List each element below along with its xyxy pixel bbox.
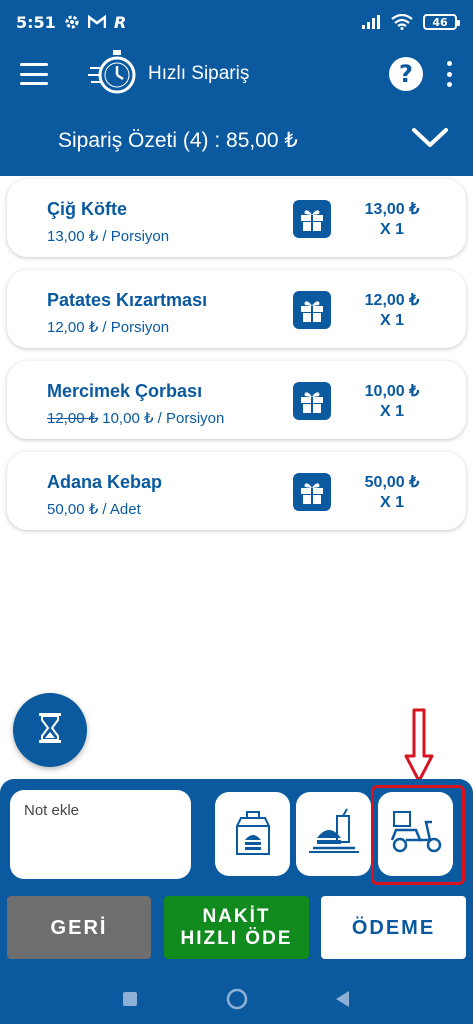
gift-icon[interactable] — [293, 200, 331, 238]
item-unit-price: 12,00 ₺ 10,00 ₺ / Porsiyon — [47, 409, 224, 427]
list-item[interactable]: Patates Kızartması 12,00 ₺ / Porsiyon 12… — [7, 270, 466, 348]
takeaway-bag-icon — [233, 808, 273, 860]
hourglass-button[interactable] — [13, 693, 87, 767]
item-total: 13,00 ₺ X 1 — [352, 200, 432, 240]
system-nav-bar — [0, 974, 473, 1024]
list-item[interactable]: Çiğ Köfte 13,00 ₺ / Porsiyon 13,00 ₺ X 1 — [7, 179, 466, 257]
chevron-down-icon[interactable] — [411, 126, 449, 154]
note-input[interactable]: Not ekle — [10, 790, 191, 879]
item-unit-price: 12,00 ₺ / Porsiyon — [47, 318, 169, 336]
item-quantity: X 1 — [379, 221, 404, 238]
signal-icon — [361, 14, 381, 30]
order-summary-bar[interactable]: Sipariş Özeti (4) : 85,00 ₺ — [0, 104, 473, 176]
item-quantity: X 1 — [379, 312, 404, 329]
item-name: Patates Kızartması — [47, 290, 208, 310]
item-total-amount: 10,00 ₺ — [364, 383, 420, 400]
item-price-text: 13,00 ₺ / Porsiyon — [47, 228, 170, 245]
payment-label: ÖDEME — [351, 916, 436, 939]
status-time: 5:51 — [16, 12, 56, 32]
item-name: Adana Kebap — [47, 472, 163, 492]
item-total: 10,00 ₺ X 1 — [352, 382, 432, 422]
app-title: Hızlı Sipariş — [148, 63, 250, 84]
takeaway-button[interactable] — [215, 792, 290, 876]
dine-in-tray-icon — [307, 808, 361, 860]
bottom-panel: Not ekle GERİ NAKİT HIZLI ÖDE ÖDEME — [0, 779, 473, 974]
menu-icon[interactable] — [20, 63, 48, 85]
item-total: 12,00 ₺ X 1 — [352, 291, 432, 331]
settings-icon — [64, 14, 80, 30]
svg-text:R: R — [114, 14, 126, 30]
payment-button[interactable]: ÖDEME — [321, 896, 466, 959]
stopwatch-icon — [88, 48, 138, 100]
list-item[interactable]: Mercimek Çorbası 12,00 ₺ 10,00 ₺ / Porsiy… — [7, 361, 466, 439]
delivery-button[interactable] — [378, 792, 453, 876]
battery-level: 46 — [432, 15, 448, 29]
hourglass-icon — [37, 712, 63, 748]
item-unit-price: 13,00 ₺ / Porsiyon — [47, 227, 169, 245]
home-icon[interactable] — [225, 987, 249, 1011]
item-quantity: X 1 — [379, 494, 404, 511]
gmail-icon — [87, 15, 106, 29]
order-summary-title: Sipariş Özeti (4) : 85,00 ₺ — [58, 128, 298, 152]
note-placeholder: Not ekle — [24, 802, 80, 819]
cash-quick-pay-button[interactable]: NAKİT HIZLI ÖDE — [164, 896, 309, 959]
gift-icon[interactable] — [293, 291, 331, 329]
cash-label-line2: HIZLI ÖDE — [180, 927, 293, 949]
app-bar: Hızlı Sipariş ? — [0, 44, 473, 104]
item-price-text: 12,00 ₺ / Porsiyon — [47, 319, 170, 336]
item-total: 50,00 ₺ X 1 — [352, 473, 432, 513]
app-brand: Hızlı Sipariş — [88, 48, 249, 100]
back-button[interactable]: GERİ — [7, 896, 151, 959]
item-unit-price: 50,00 ₺ / Adet — [47, 500, 141, 518]
item-price-text: 10,00 ₺ / Porsiyon — [102, 410, 225, 427]
gift-icon[interactable] — [293, 382, 331, 420]
wifi-icon — [391, 14, 413, 30]
delivery-scooter-icon — [388, 810, 444, 858]
dine-in-button[interactable] — [296, 792, 371, 876]
status-bar: 5:51 R 46 — [0, 0, 473, 44]
back-nav-icon[interactable] — [330, 987, 354, 1011]
annotation-arrow-icon — [404, 708, 434, 788]
back-label: GERİ — [50, 916, 108, 939]
more-vert-icon[interactable] — [445, 61, 453, 87]
item-total-amount: 13,00 ₺ — [364, 201, 420, 218]
gift-icon[interactable] — [293, 473, 331, 511]
battery-icon: 46 — [423, 14, 460, 30]
cash-label-line1: NAKİT — [202, 905, 271, 927]
r-app-icon: R — [114, 14, 128, 30]
item-name: Çiğ Köfte — [47, 199, 127, 219]
help-icon[interactable]: ? — [389, 57, 423, 91]
list-item[interactable]: Adana Kebap 50,00 ₺ / Adet 50,00 ₺ X 1 — [7, 452, 466, 530]
item-total-amount: 12,00 ₺ — [364, 292, 420, 309]
recents-icon[interactable] — [118, 987, 142, 1011]
item-old-price: 12,00 ₺ — [47, 410, 99, 427]
item-quantity: X 1 — [379, 403, 404, 420]
item-name: Mercimek Çorbası — [47, 381, 203, 401]
item-price-text: 50,00 ₺ / Adet — [47, 501, 141, 518]
item-total-amount: 50,00 ₺ — [364, 474, 420, 491]
cash-label: NAKİT HIZLI ÖDE — [181, 906, 293, 950]
